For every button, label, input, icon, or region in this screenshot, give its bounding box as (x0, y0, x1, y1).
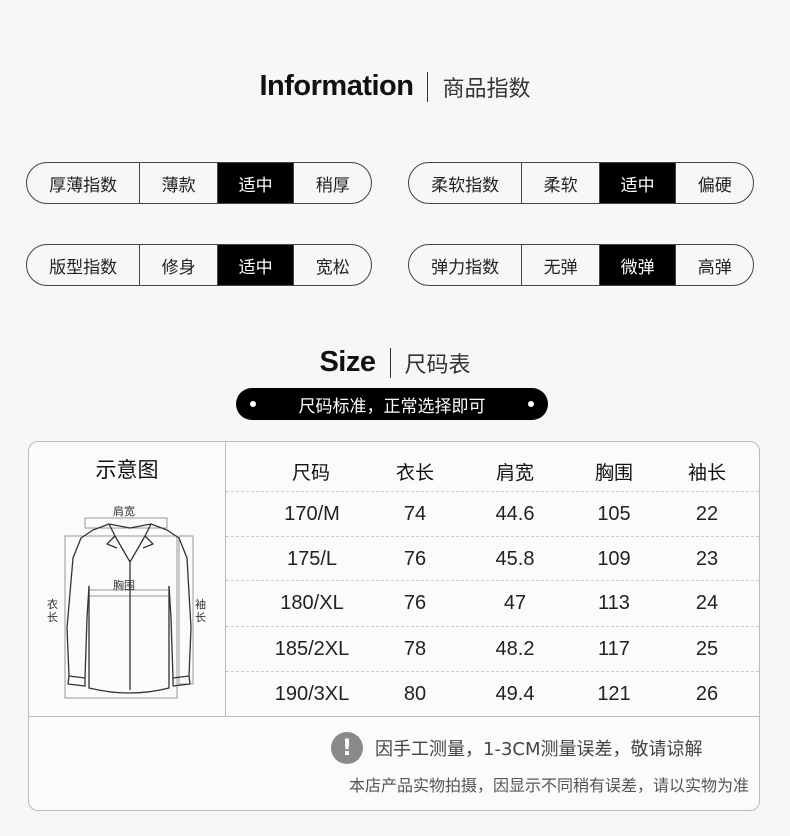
col-header-chest: 胸围 (594, 462, 633, 484)
index-option: 高弹 (675, 245, 753, 285)
information-title-en: Information (259, 70, 414, 102)
cell-shoulder: 48.2 (495, 638, 535, 660)
diagram-label-sleeve: 袖长 (195, 598, 206, 624)
index-label: 厚薄指数 (49, 175, 118, 196)
size-banner-text: 尺码标准，正常选择即可 (298, 396, 486, 417)
photo-note: 本店产品实物拍摄，因显示不同稍有误差，请以实物为准 (348, 776, 749, 795)
index-label: 弹力指数 (431, 257, 500, 278)
cell-chest: 113 (598, 592, 630, 614)
cell-chest: 117 (598, 638, 630, 660)
cell-shoulder: 49.4 (495, 683, 535, 705)
size-title-en: Size (319, 346, 376, 378)
index-softness: 柔软指数 柔软 适中 偏硬 (408, 162, 754, 204)
information-title-cn: 商品指数 (442, 76, 531, 102)
table-row: 175/L 76 45.8 109 23 (226, 536, 759, 581)
cell-length: 74 (403, 503, 427, 525)
cell-length: 80 (403, 683, 427, 705)
col-header-shoulder: 肩宽 (495, 462, 534, 484)
cell-sleeve: 23 (695, 548, 719, 570)
exclamation-icon: ! (331, 732, 363, 764)
index-thickness: 厚薄指数 薄款 适中 稍厚 (26, 162, 372, 204)
index-option: 偏硬 (675, 163, 753, 203)
cell-chest: 109 (597, 548, 631, 570)
cell-chest: 105 (597, 503, 631, 525)
diagram-label-chest: 胸围 (113, 579, 135, 592)
index-fit: 版型指数 修身 适中 宽松 (26, 244, 372, 286)
measure-note-text: 因手工测量，1-3CM测量误差，敬请谅解 (375, 739, 703, 760)
cell-length: 76 (403, 548, 427, 570)
shirt-diagram-icon (64, 517, 194, 699)
index-option: 无弹 (521, 245, 599, 285)
diagram-label-length: 衣长 (47, 598, 58, 624)
cell-shoulder: 47 (503, 592, 527, 614)
index-option: 修身 (139, 245, 217, 285)
col-header-size: 尺码 (291, 462, 330, 484)
cell-size: 170/M (284, 503, 340, 525)
diagram-title: 示意图 (95, 458, 159, 482)
cell-length: 78 (403, 638, 427, 660)
table-row: 180/XL 76 47 113 24 (226, 580, 759, 625)
diagram-label-shoulder: 肩宽 (113, 505, 135, 518)
size-chart-card: 示意图 肩宽 胸围 衣长 袖长 尺码 衣长 肩宽 胸围 袖长 170/M 74 … (28, 441, 760, 811)
size-banner: 尺码标准，正常选择即可 (236, 388, 548, 420)
title-divider (389, 347, 391, 378)
cell-size: 185/2XL (274, 638, 350, 660)
cell-sleeve: 26 (695, 683, 719, 705)
index-label: 版型指数 (49, 257, 118, 278)
cell-chest: 121 (597, 683, 631, 705)
information-heading: Information 商品指数 (0, 70, 790, 103)
title-divider (427, 71, 429, 102)
table-row: 190/3XL 80 49.4 121 26 (226, 671, 759, 716)
index-option: 薄款 (139, 163, 217, 203)
index-elasticity: 弹力指数 无弹 微弹 高弹 (408, 244, 754, 286)
dot-icon (528, 401, 534, 407)
measure-note: ! 因手工测量，1-3CM测量误差，敬请谅解 (331, 732, 703, 764)
col-header-sleeve: 袖长 (687, 462, 726, 484)
index-option: 柔软 (521, 163, 599, 203)
index-option: 稍厚 (293, 163, 371, 203)
dot-icon (250, 401, 256, 407)
size-title-cn: 尺码表 (404, 352, 471, 378)
cell-size: 180/XL (280, 592, 344, 614)
size-heading: Size 尺码表 (0, 346, 790, 379)
index-option: 宽松 (293, 245, 371, 285)
cell-sleeve: 24 (695, 592, 719, 614)
cell-length: 76 (403, 592, 427, 614)
cell-shoulder: 45.8 (495, 548, 535, 570)
index-option-selected: 微弹 (598, 245, 676, 285)
index-option-selected: 适中 (598, 163, 676, 203)
col-header-length: 衣长 (395, 462, 434, 484)
cell-size: 175/L (286, 548, 338, 570)
cell-size: 190/3XL (274, 683, 350, 705)
table-row: 170/M 74 44.6 105 22 (226, 491, 759, 536)
index-option-selected: 适中 (216, 245, 294, 285)
cell-shoulder: 44.6 (495, 503, 535, 525)
table-row: 185/2XL 78 48.2 117 25 (226, 626, 759, 671)
cell-sleeve: 22 (695, 503, 719, 525)
cell-sleeve: 25 (695, 638, 719, 660)
index-option-selected: 适中 (216, 163, 294, 203)
index-label: 柔软指数 (431, 175, 500, 196)
divider (29, 716, 759, 717)
